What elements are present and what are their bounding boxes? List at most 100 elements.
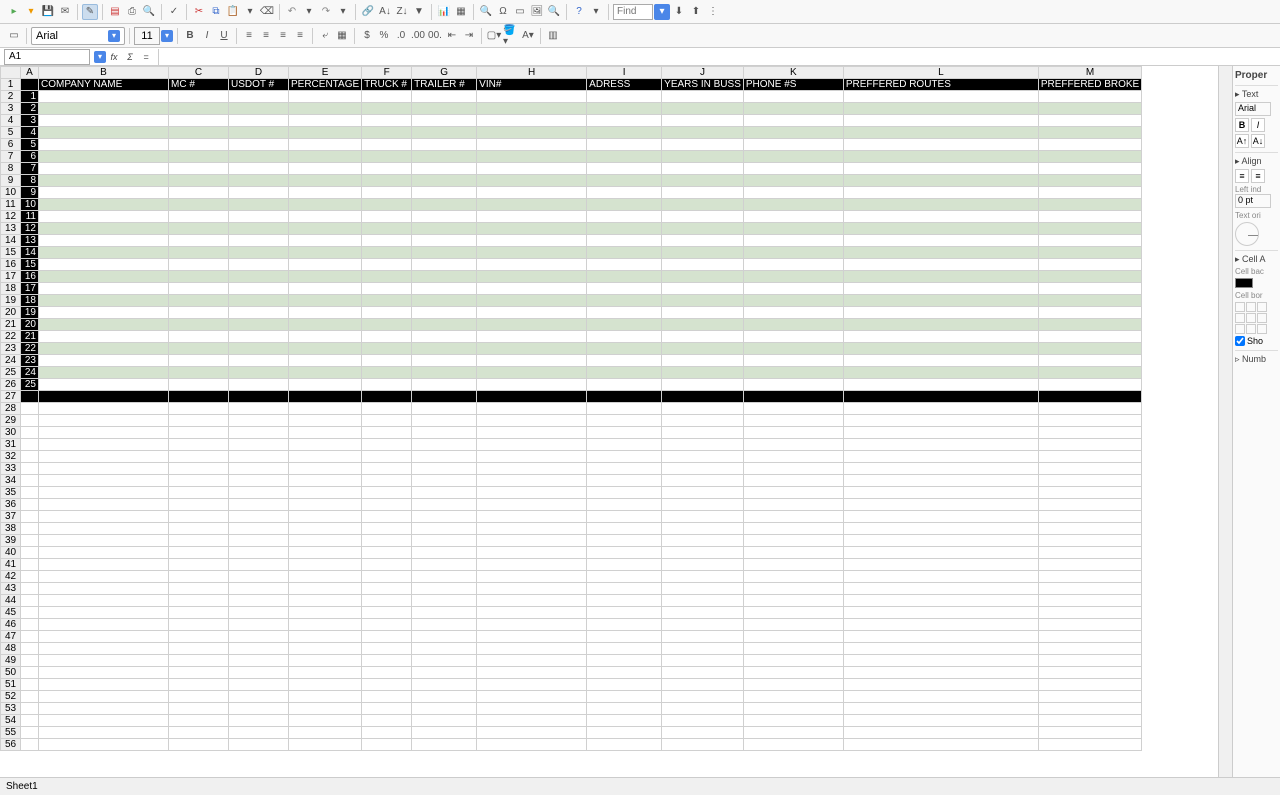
cell[interactable] [587, 739, 662, 751]
cell[interactable] [229, 655, 289, 667]
cell[interactable] [229, 499, 289, 511]
paste-icon[interactable]: 📋 [225, 4, 241, 20]
cell[interactable] [21, 547, 39, 559]
cell[interactable] [662, 667, 744, 679]
cell[interactable] [743, 163, 843, 175]
find-options-icon[interactable]: ⋮ [705, 4, 721, 20]
cell[interactable] [169, 343, 229, 355]
cell[interactable] [362, 607, 412, 619]
cell[interactable] [587, 271, 662, 283]
cell[interactable] [843, 523, 1038, 535]
select-all-corner[interactable] [1, 67, 21, 79]
cell[interactable] [587, 307, 662, 319]
cut-icon[interactable]: ✂ [191, 4, 207, 20]
sort-desc-icon[interactable]: Z↓ [394, 4, 410, 20]
cell[interactable] [229, 367, 289, 379]
cell[interactable] [39, 451, 169, 463]
cell[interactable] [289, 175, 362, 187]
cell[interactable] [662, 331, 744, 343]
cell[interactable] [587, 139, 662, 151]
cell[interactable] [289, 427, 362, 439]
cell[interactable] [477, 295, 587, 307]
cell[interactable] [39, 211, 169, 223]
cell[interactable] [289, 691, 362, 703]
cell[interactable] [1038, 235, 1141, 247]
cell[interactable] [743, 439, 843, 451]
row-header[interactable]: 29 [1, 415, 21, 427]
cell[interactable] [477, 271, 587, 283]
cell[interactable] [229, 511, 289, 523]
copy-icon[interactable]: ⧉ [208, 4, 224, 20]
cell[interactable] [39, 151, 169, 163]
cell[interactable] [39, 355, 169, 367]
cell[interactable] [39, 643, 169, 655]
cell[interactable] [362, 715, 412, 727]
cell[interactable]: 15 [21, 259, 39, 271]
cell[interactable] [1038, 199, 1141, 211]
cell[interactable] [477, 607, 587, 619]
cell[interactable] [362, 727, 412, 739]
cell[interactable] [587, 379, 662, 391]
cell[interactable] [229, 235, 289, 247]
cell[interactable] [477, 259, 587, 271]
cell[interactable] [39, 319, 169, 331]
cell[interactable] [169, 703, 229, 715]
row-header[interactable]: 30 [1, 427, 21, 439]
cell[interactable] [362, 679, 412, 691]
cell[interactable] [289, 667, 362, 679]
cell[interactable] [843, 535, 1038, 547]
cell[interactable] [289, 187, 362, 199]
cell[interactable] [362, 523, 412, 535]
cell[interactable] [39, 739, 169, 751]
cell[interactable] [743, 511, 843, 523]
cell[interactable] [743, 403, 843, 415]
cell[interactable] [21, 463, 39, 475]
cell[interactable] [587, 547, 662, 559]
cell[interactable] [662, 583, 744, 595]
cell[interactable] [1038, 391, 1141, 403]
percent-icon[interactable]: % [376, 28, 392, 44]
cell[interactable] [662, 463, 744, 475]
cell[interactable] [362, 271, 412, 283]
cell[interactable] [477, 247, 587, 259]
col-header-E[interactable]: E [289, 67, 362, 79]
cell[interactable] [477, 703, 587, 715]
cell[interactable] [289, 391, 362, 403]
cell[interactable] [1038, 331, 1141, 343]
cell[interactable] [662, 139, 744, 151]
cell[interactable] [743, 271, 843, 283]
cell[interactable] [587, 151, 662, 163]
cell[interactable] [477, 91, 587, 103]
cell[interactable] [289, 511, 362, 523]
row-header[interactable]: 19 [1, 295, 21, 307]
vertical-scrollbar[interactable] [1218, 66, 1232, 777]
cell[interactable] [21, 559, 39, 571]
cell[interactable] [587, 343, 662, 355]
currency-icon[interactable]: $ [359, 28, 375, 44]
cell[interactable] [743, 103, 843, 115]
cell[interactable] [743, 547, 843, 559]
cell[interactable] [662, 523, 744, 535]
cell[interactable] [477, 331, 587, 343]
image-icon[interactable]: 🖼 [529, 4, 545, 20]
decrease-decimal-icon[interactable]: .00 [410, 28, 426, 44]
cell[interactable] [289, 463, 362, 475]
cell[interactable] [362, 247, 412, 259]
cell[interactable] [229, 487, 289, 499]
cell[interactable] [169, 163, 229, 175]
cell-ref-dropdown-icon[interactable]: ▾ [94, 51, 106, 63]
sidebar-toggle-icon[interactable]: ▭ [6, 28, 22, 44]
cell[interactable] [587, 367, 662, 379]
cell[interactable] [412, 703, 477, 715]
cell[interactable] [587, 403, 662, 415]
cell[interactable] [289, 571, 362, 583]
cell[interactable] [412, 343, 477, 355]
cell[interactable] [39, 715, 169, 727]
cell[interactable] [39, 691, 169, 703]
cell[interactable] [412, 403, 477, 415]
cell[interactable] [21, 631, 39, 643]
cell[interactable] [587, 175, 662, 187]
cell[interactable] [743, 307, 843, 319]
cell[interactable] [169, 235, 229, 247]
cell[interactable] [1038, 319, 1141, 331]
